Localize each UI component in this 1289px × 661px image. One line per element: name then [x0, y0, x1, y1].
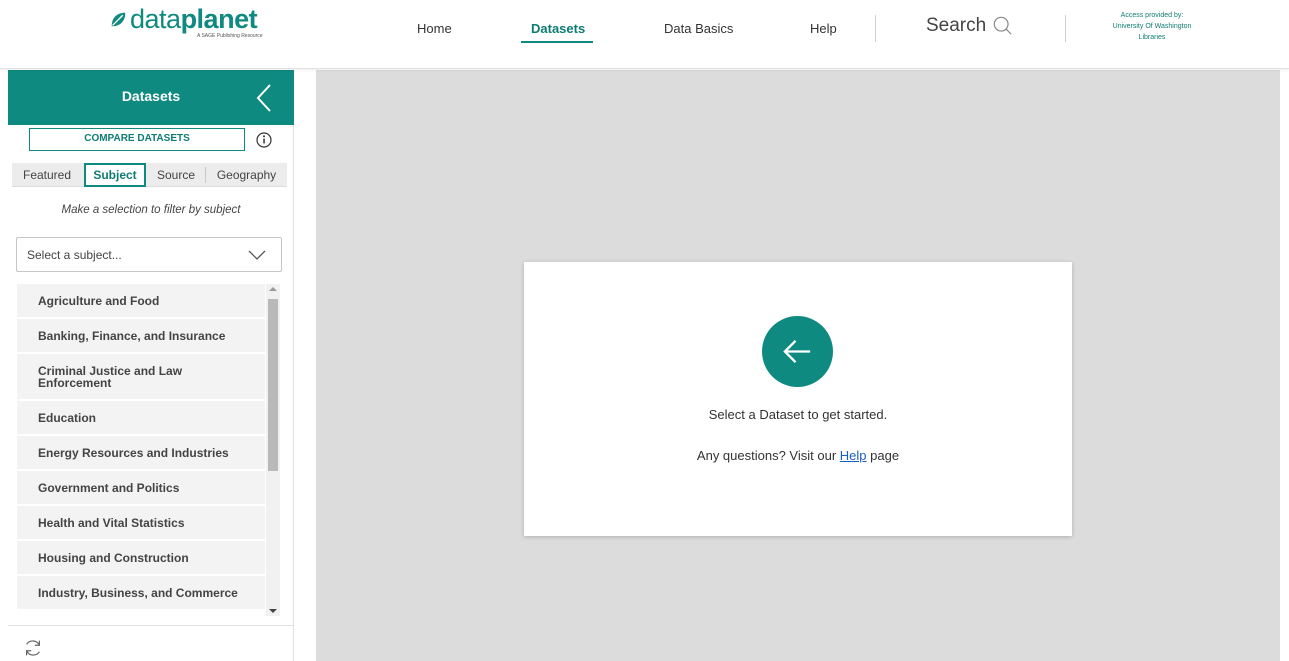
subject-item-housing[interactable]: Housing and Construction: [17, 541, 265, 574]
access-divider: [1065, 15, 1066, 42]
compare-datasets-button[interactable]: COMPARE DATASETS: [29, 128, 245, 151]
logo-subtitle: A SAGE Publishing Resource: [197, 33, 263, 39]
subject-item-banking[interactable]: Banking, Finance, and Insurance: [17, 319, 265, 352]
help-message: Any questions? Visit our Help page: [524, 448, 1072, 463]
logo-wordmark: data planet: [110, 4, 280, 34]
subject-item-energy[interactable]: Energy Resources and Industries: [17, 436, 265, 469]
help-message-suffix: page: [870, 448, 900, 463]
arrow-left-icon: [783, 339, 811, 364]
tab-subject[interactable]: Subject: [84, 163, 146, 187]
filter-tabs: Featured Subject Source Geography: [12, 163, 287, 187]
access-provider: Access provided by: University Of Washin…: [1090, 10, 1214, 43]
access-line-3: Libraries: [1138, 34, 1166, 41]
leaf-icon: [111, 12, 126, 26]
scroll-up-arrow-icon[interactable]: [269, 287, 277, 291]
help-link[interactable]: Help: [840, 448, 867, 463]
nav-home[interactable]: Home: [417, 21, 452, 36]
subject-select-placeholder: Select a subject...: [27, 248, 122, 262]
info-icon[interactable]: [256, 132, 272, 148]
subject-item-criminal-justice[interactable]: Criminal Justice and Law Enforcement: [17, 354, 265, 399]
refresh-icon[interactable]: [22, 637, 44, 659]
subject-item-government[interactable]: Government and Politics: [17, 471, 265, 504]
get-started-card: Select a Dataset to get started. Any que…: [524, 262, 1072, 536]
logo-bold-text: planet: [180, 4, 258, 34]
logo-light-text: data: [130, 4, 181, 34]
nav-help[interactable]: Help: [810, 21, 837, 36]
get-started-message: Select a Dataset to get started.: [708, 407, 888, 422]
chevron-left-icon[interactable]: [254, 82, 274, 114]
sidebar-footer-divider: [8, 625, 294, 626]
subject-item-health[interactable]: Health and Vital Statistics: [17, 506, 265, 539]
subject-item-industry[interactable]: Industry, Business, and Commerce: [17, 576, 265, 609]
access-line-1: Access provided by:: [1120, 12, 1184, 19]
nav-data-basics[interactable]: Data Basics: [664, 21, 733, 36]
tab-geography[interactable]: Geography: [206, 163, 287, 187]
datasets-sidebar: Datasets COMPARE DATASETS Featured Subje…: [8, 70, 294, 661]
access-line-2: University Of Washington: [1112, 23, 1192, 30]
filter-hint: Make a selection to filter by subject: [61, 204, 241, 216]
subject-select[interactable]: Select a subject...: [16, 237, 282, 272]
search-label: Search: [926, 15, 987, 36]
arrow-circle: [762, 316, 833, 387]
subject-list-scrollbar[interactable]: [266, 284, 280, 616]
scrollbar-thumb[interactable]: [268, 299, 278, 471]
help-message-prefix: Any questions? Visit our: [696, 448, 837, 463]
subject-item-agriculture[interactable]: Agriculture and Food: [17, 284, 265, 317]
nav-divider: [875, 15, 876, 42]
subject-list: Agriculture and Food Banking, Finance, a…: [17, 284, 282, 624]
search-button[interactable]: Search: [926, 15, 1014, 37]
tab-source[interactable]: Source: [148, 163, 204, 187]
tab-featured[interactable]: Featured: [12, 163, 82, 187]
search-icon: [993, 16, 1012, 35]
sidebar-title: Datasets: [121, 88, 181, 104]
main-content-area: Select a Dataset to get started. Any que…: [316, 70, 1280, 661]
chevron-down-icon: [248, 250, 266, 260]
active-nav-indicator: [521, 41, 593, 43]
dataplanet-logo[interactable]: data planet A SAGE Publishing Resource: [110, 4, 280, 44]
subject-item-education[interactable]: Education: [17, 401, 265, 434]
nav-datasets[interactable]: Datasets: [531, 21, 585, 36]
sidebar-header: Datasets: [8, 70, 294, 125]
top-header: data planet A SAGE Publishing Resource Ho…: [0, 0, 1289, 69]
scroll-down-arrow-icon[interactable]: [269, 609, 277, 613]
